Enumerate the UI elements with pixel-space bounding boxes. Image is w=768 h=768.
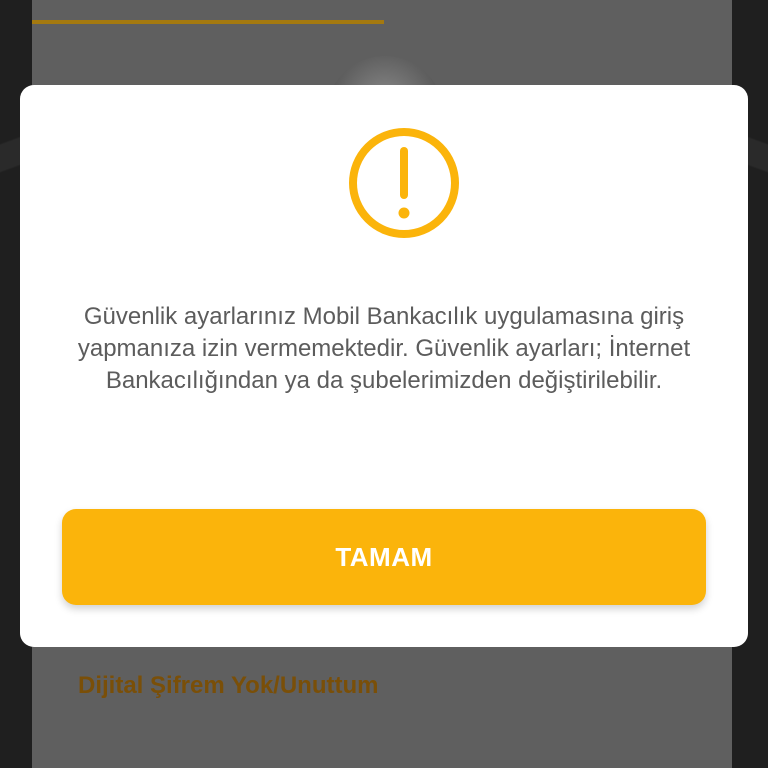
- alert-dialog: Güvenlik ayarlarınız Mobil Bankacılık uy…: [20, 85, 748, 647]
- forgot-password-link[interactable]: Dijital Şifrem Yok/Unuttum: [78, 672, 378, 700]
- dialog-message: Güvenlik ayarlarınız Mobil Bankacılık uy…: [77, 303, 691, 394]
- background-accent-line: [32, 20, 384, 24]
- exclamation-circle-icon: [349, 128, 459, 238]
- ok-button[interactable]: TAMAM: [62, 509, 706, 605]
